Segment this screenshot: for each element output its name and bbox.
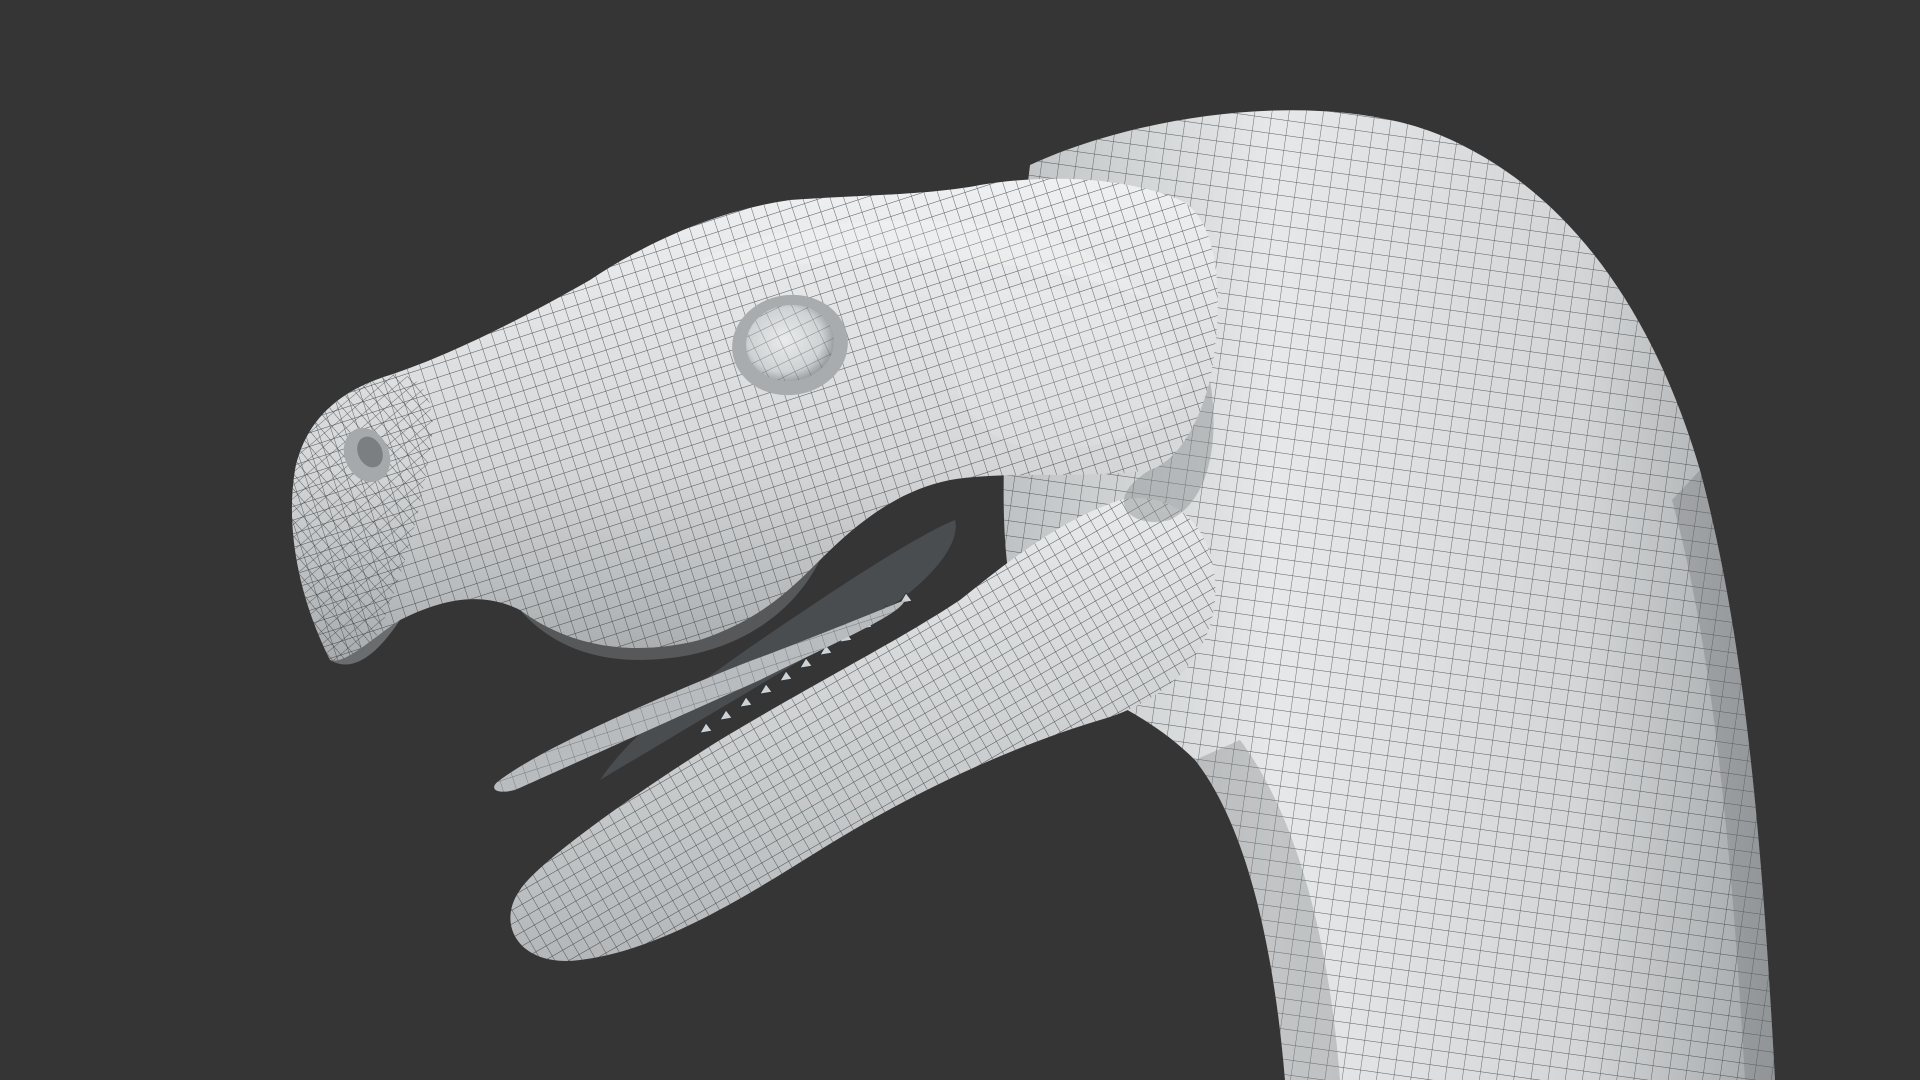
wireframe-render [0, 0, 1920, 1080]
render-viewport [0, 0, 1920, 1080]
